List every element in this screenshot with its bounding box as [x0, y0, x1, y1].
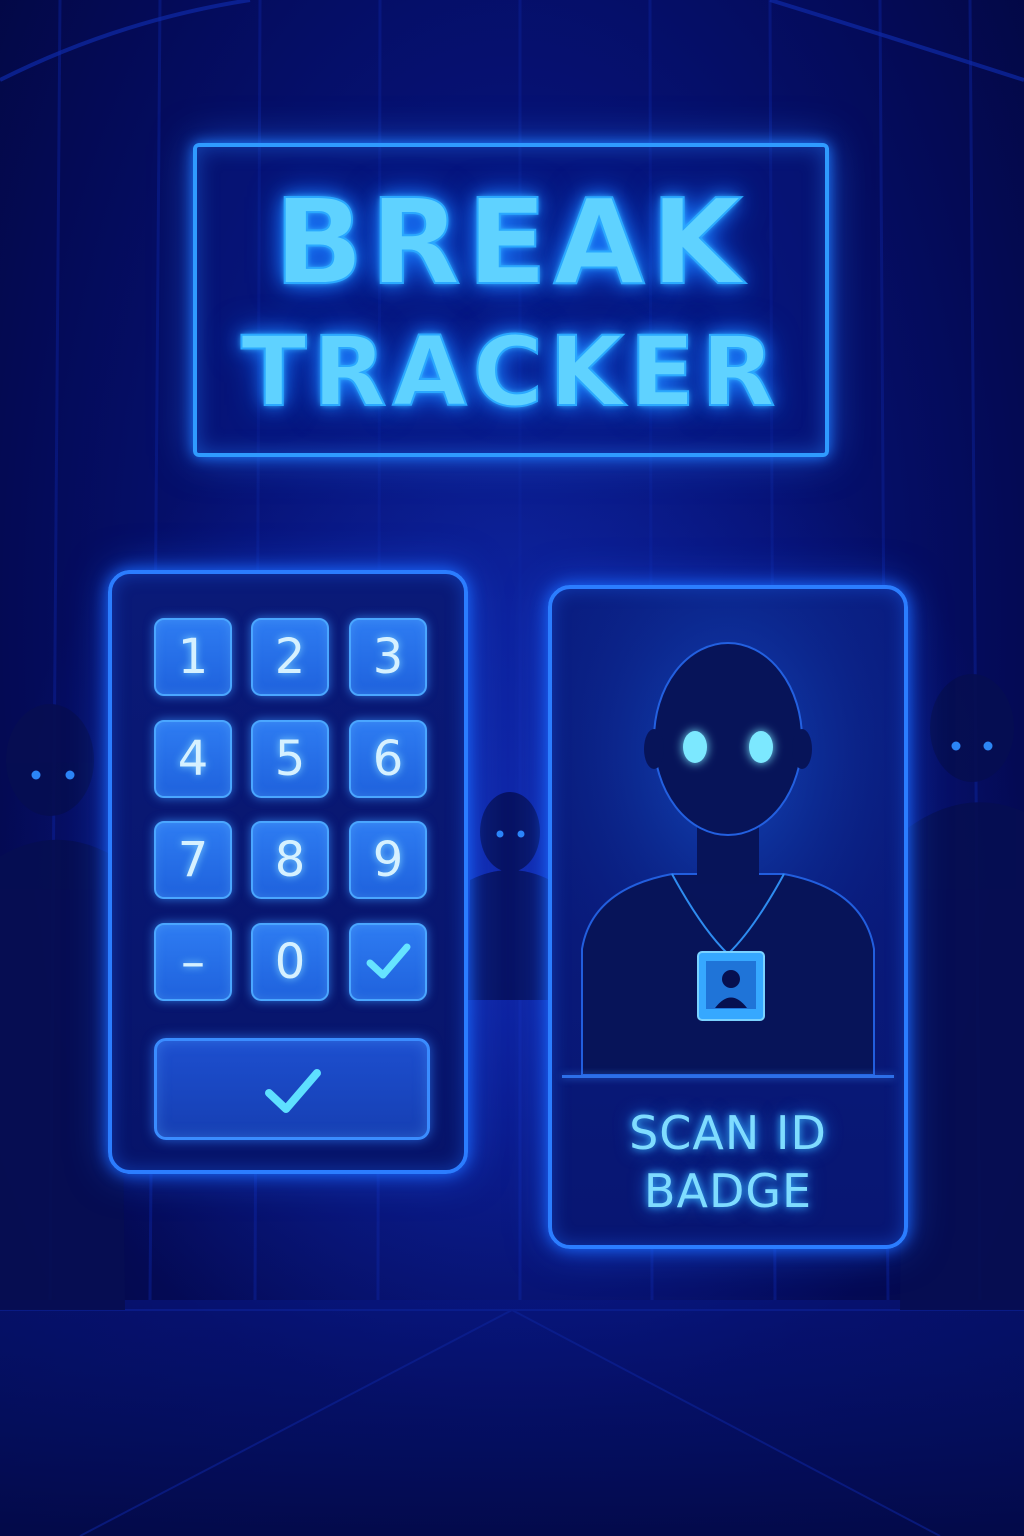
key-3[interactable]: 3: [349, 618, 427, 696]
key-9[interactable]: 9: [349, 821, 427, 899]
badge-scanner-panel[interactable]: SCAN ID BADGE: [548, 585, 908, 1249]
badge-label-line2: BADGE: [643, 1164, 813, 1218]
badge-divider: [562, 1075, 894, 1078]
key-check[interactable]: [349, 923, 427, 1001]
badge-label-line1: SCAN ID: [629, 1106, 827, 1160]
key-5[interactable]: 5: [251, 720, 329, 798]
key-6[interactable]: 6: [349, 720, 427, 798]
key-7[interactable]: 7: [154, 821, 232, 899]
title-sign: BREAK TRACKER: [193, 143, 829, 457]
key-4[interactable]: 4: [154, 720, 232, 798]
key-8[interactable]: 8: [251, 821, 329, 899]
key-0[interactable]: 0: [251, 923, 329, 1001]
keypad-panel: 1 2 3 4 5 6 7 8 9 – 0: [108, 570, 468, 1174]
title-line-tracker: TRACKER: [240, 316, 782, 428]
person-silhouette-icon: [552, 589, 904, 1075]
curtain-swags: [0, 0, 1024, 82]
title-line-break: BREAK: [273, 173, 749, 311]
checkmark-icon: [265, 1069, 321, 1113]
id-badge-icon: [697, 951, 765, 1021]
key-1[interactable]: 1: [154, 618, 232, 696]
key-dash[interactable]: –: [154, 923, 232, 1001]
key-2[interactable]: 2: [251, 618, 329, 696]
scan-id-badge-label: SCAN ID BADGE: [552, 1104, 904, 1220]
break-tracker-screen: BREAK TRACKER 1 2 3 4 5 6 7 8 9 – 0 SCAN…: [0, 0, 1024, 1536]
confirm-button[interactable]: [154, 1038, 430, 1140]
floor: [0, 1300, 1024, 1536]
checkmark-icon: [366, 943, 411, 979]
